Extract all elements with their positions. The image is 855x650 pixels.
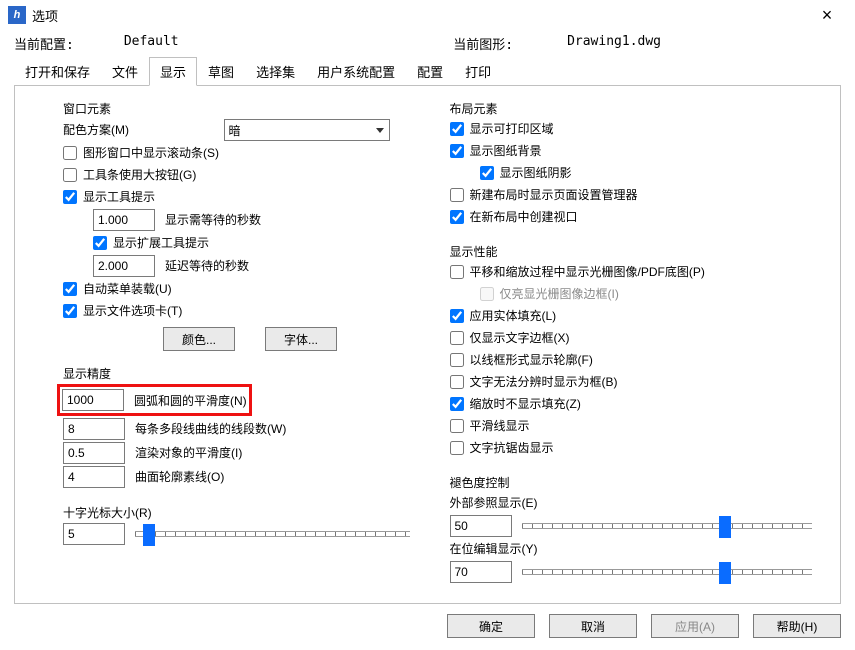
auto-menu-label: 自动菜单装载(U) [83,279,172,299]
text-aa-check[interactable] [450,441,464,455]
smooth-line-label: 平滑线显示 [470,416,530,436]
raster-frame-check [480,287,494,301]
fade-control-title: 褪色度控制 [450,474,823,491]
print-area-label: 显示可打印区域 [470,119,554,139]
page-setup-check[interactable] [450,188,464,202]
show-tooltips-label: 显示工具提示 [83,187,155,207]
xref-input[interactable] [450,515,512,537]
arc-smoothness-highlight: 圆弧和圆的平滑度(N) [57,384,252,416]
text-frame-check[interactable] [450,331,464,345]
arc-smoothness-input[interactable] [62,389,124,411]
inplace-label: 在位编辑显示(Y) [450,539,538,559]
scrollbars-check[interactable] [63,146,77,160]
apply-button[interactable]: 应用(A) [651,614,739,638]
page-setup-label: 新建布局时显示页面设置管理器 [470,185,638,205]
layout-elements-title: 布局元素 [450,100,823,117]
help-button[interactable]: 帮助(H) [753,614,841,638]
render-smooth-input[interactable] [63,442,125,464]
xref-slider[interactable] [522,523,813,529]
pan-zoom-raster-check[interactable] [450,265,464,279]
render-smooth-label: 渲染对象的平滑度(I) [135,443,242,463]
tooltip-seconds-input[interactable] [93,209,155,231]
zoom-no-fill-check[interactable] [450,397,464,411]
create-viewport-check[interactable] [450,210,464,224]
window-elements-title: 窗口元素 [63,100,420,117]
ext-tooltips-check[interactable] [93,236,107,250]
surface-contour-input[interactable] [63,466,125,488]
tab-draft[interactable]: 草图 [197,57,245,86]
config-value: Default [124,34,179,53]
text-aa-label: 文字抗锯齿显示 [470,438,554,458]
tab-print[interactable]: 打印 [454,57,502,86]
arc-smoothness-label: 圆弧和圆的平滑度(N) [134,392,247,409]
display-perf-title: 显示性能 [450,243,823,260]
toolbar-big-check[interactable] [63,168,77,182]
color-scheme-select[interactable]: 暗 [224,119,390,141]
paper-shadow-check[interactable] [480,166,494,180]
solid-fill-label: 应用实体填充(L) [470,306,557,326]
ext-tooltips-label: 显示扩展工具提示 [113,233,209,253]
pan-zoom-raster-label: 平移和缩放过程中显示光栅图像/PDF底图(P) [470,262,705,282]
outline-frame-check[interactable] [450,353,464,367]
text-frame-label: 仅显示文字边框(X) [470,328,570,348]
smooth-line-check[interactable] [450,419,464,433]
color-button[interactable]: 颜色... [163,327,235,351]
text-as-box-check[interactable] [450,375,464,389]
tab-display[interactable]: 显示 [149,57,197,86]
file-tabs-check[interactable] [63,304,77,318]
tab-user-sys[interactable]: 用户系统配置 [306,57,406,86]
delay-seconds-label: 延迟等待的秒数 [165,256,249,276]
auto-menu-check[interactable] [63,282,77,296]
polyline-seg-label: 每条多段线曲线的线段数(W) [135,419,286,439]
dialog-title: 选项 [32,6,807,25]
toolbar-big-label: 工具条使用大按钮(G) [83,165,196,185]
color-scheme-label: 配色方案(M) [63,123,129,137]
paper-shadow-label: 显示图纸阴影 [500,163,572,183]
xref-slider-thumb[interactable] [719,516,731,538]
inplace-slider[interactable] [522,569,813,575]
outline-frame-label: 以线框形式显示轮廓(F) [470,350,593,370]
inplace-slider-thumb[interactable] [719,562,731,584]
close-icon[interactable]: × [807,5,847,26]
crosshair-title: 十字光标大小(R) [63,504,420,521]
tab-config[interactable]: 配置 [406,57,454,86]
paper-bg-check[interactable] [450,144,464,158]
create-viewport-label: 在新布局中创建视口 [470,207,578,227]
tooltip-seconds-label: 显示需等待的秒数 [165,210,261,230]
ok-button[interactable]: 确定 [447,614,535,638]
crosshair-slider-thumb[interactable] [143,524,155,546]
raster-frame-label: 仅亮显光栅图像边框(I) [500,284,619,304]
font-button[interactable]: 字体... [265,327,337,351]
inplace-input[interactable] [450,561,512,583]
show-tooltips-check[interactable] [63,190,77,204]
print-area-check[interactable] [450,122,464,136]
tab-file[interactable]: 文件 [101,57,149,86]
cancel-button[interactable]: 取消 [549,614,637,638]
polyline-seg-input[interactable] [63,418,125,440]
crosshair-slider[interactable] [135,531,410,537]
file-tabs-label: 显示文件选项卡(T) [83,301,182,321]
tab-select-set[interactable]: 选择集 [245,57,306,86]
xref-label: 外部参照显示(E) [450,493,538,513]
display-precision-title: 显示精度 [63,365,420,382]
paper-bg-label: 显示图纸背景 [470,141,542,161]
solid-fill-check[interactable] [450,309,464,323]
zoom-no-fill-label: 缩放时不显示填充(Z) [470,394,581,414]
tab-open-save[interactable]: 打开和保存 [14,57,101,86]
scrollbars-label: 图形窗口中显示滚动条(S) [83,143,219,163]
surface-contour-label: 曲面轮廓素线(O) [135,467,224,487]
drawing-value: Drawing1.dwg [567,34,661,53]
delay-seconds-input[interactable] [93,255,155,277]
crosshair-input[interactable] [63,523,125,545]
text-as-box-label: 文字无法分辨时显示为框(B) [470,372,618,392]
app-icon: h [8,6,26,24]
config-label: 当前配置: [14,34,74,53]
drawing-label: 当前图形: [453,34,513,53]
